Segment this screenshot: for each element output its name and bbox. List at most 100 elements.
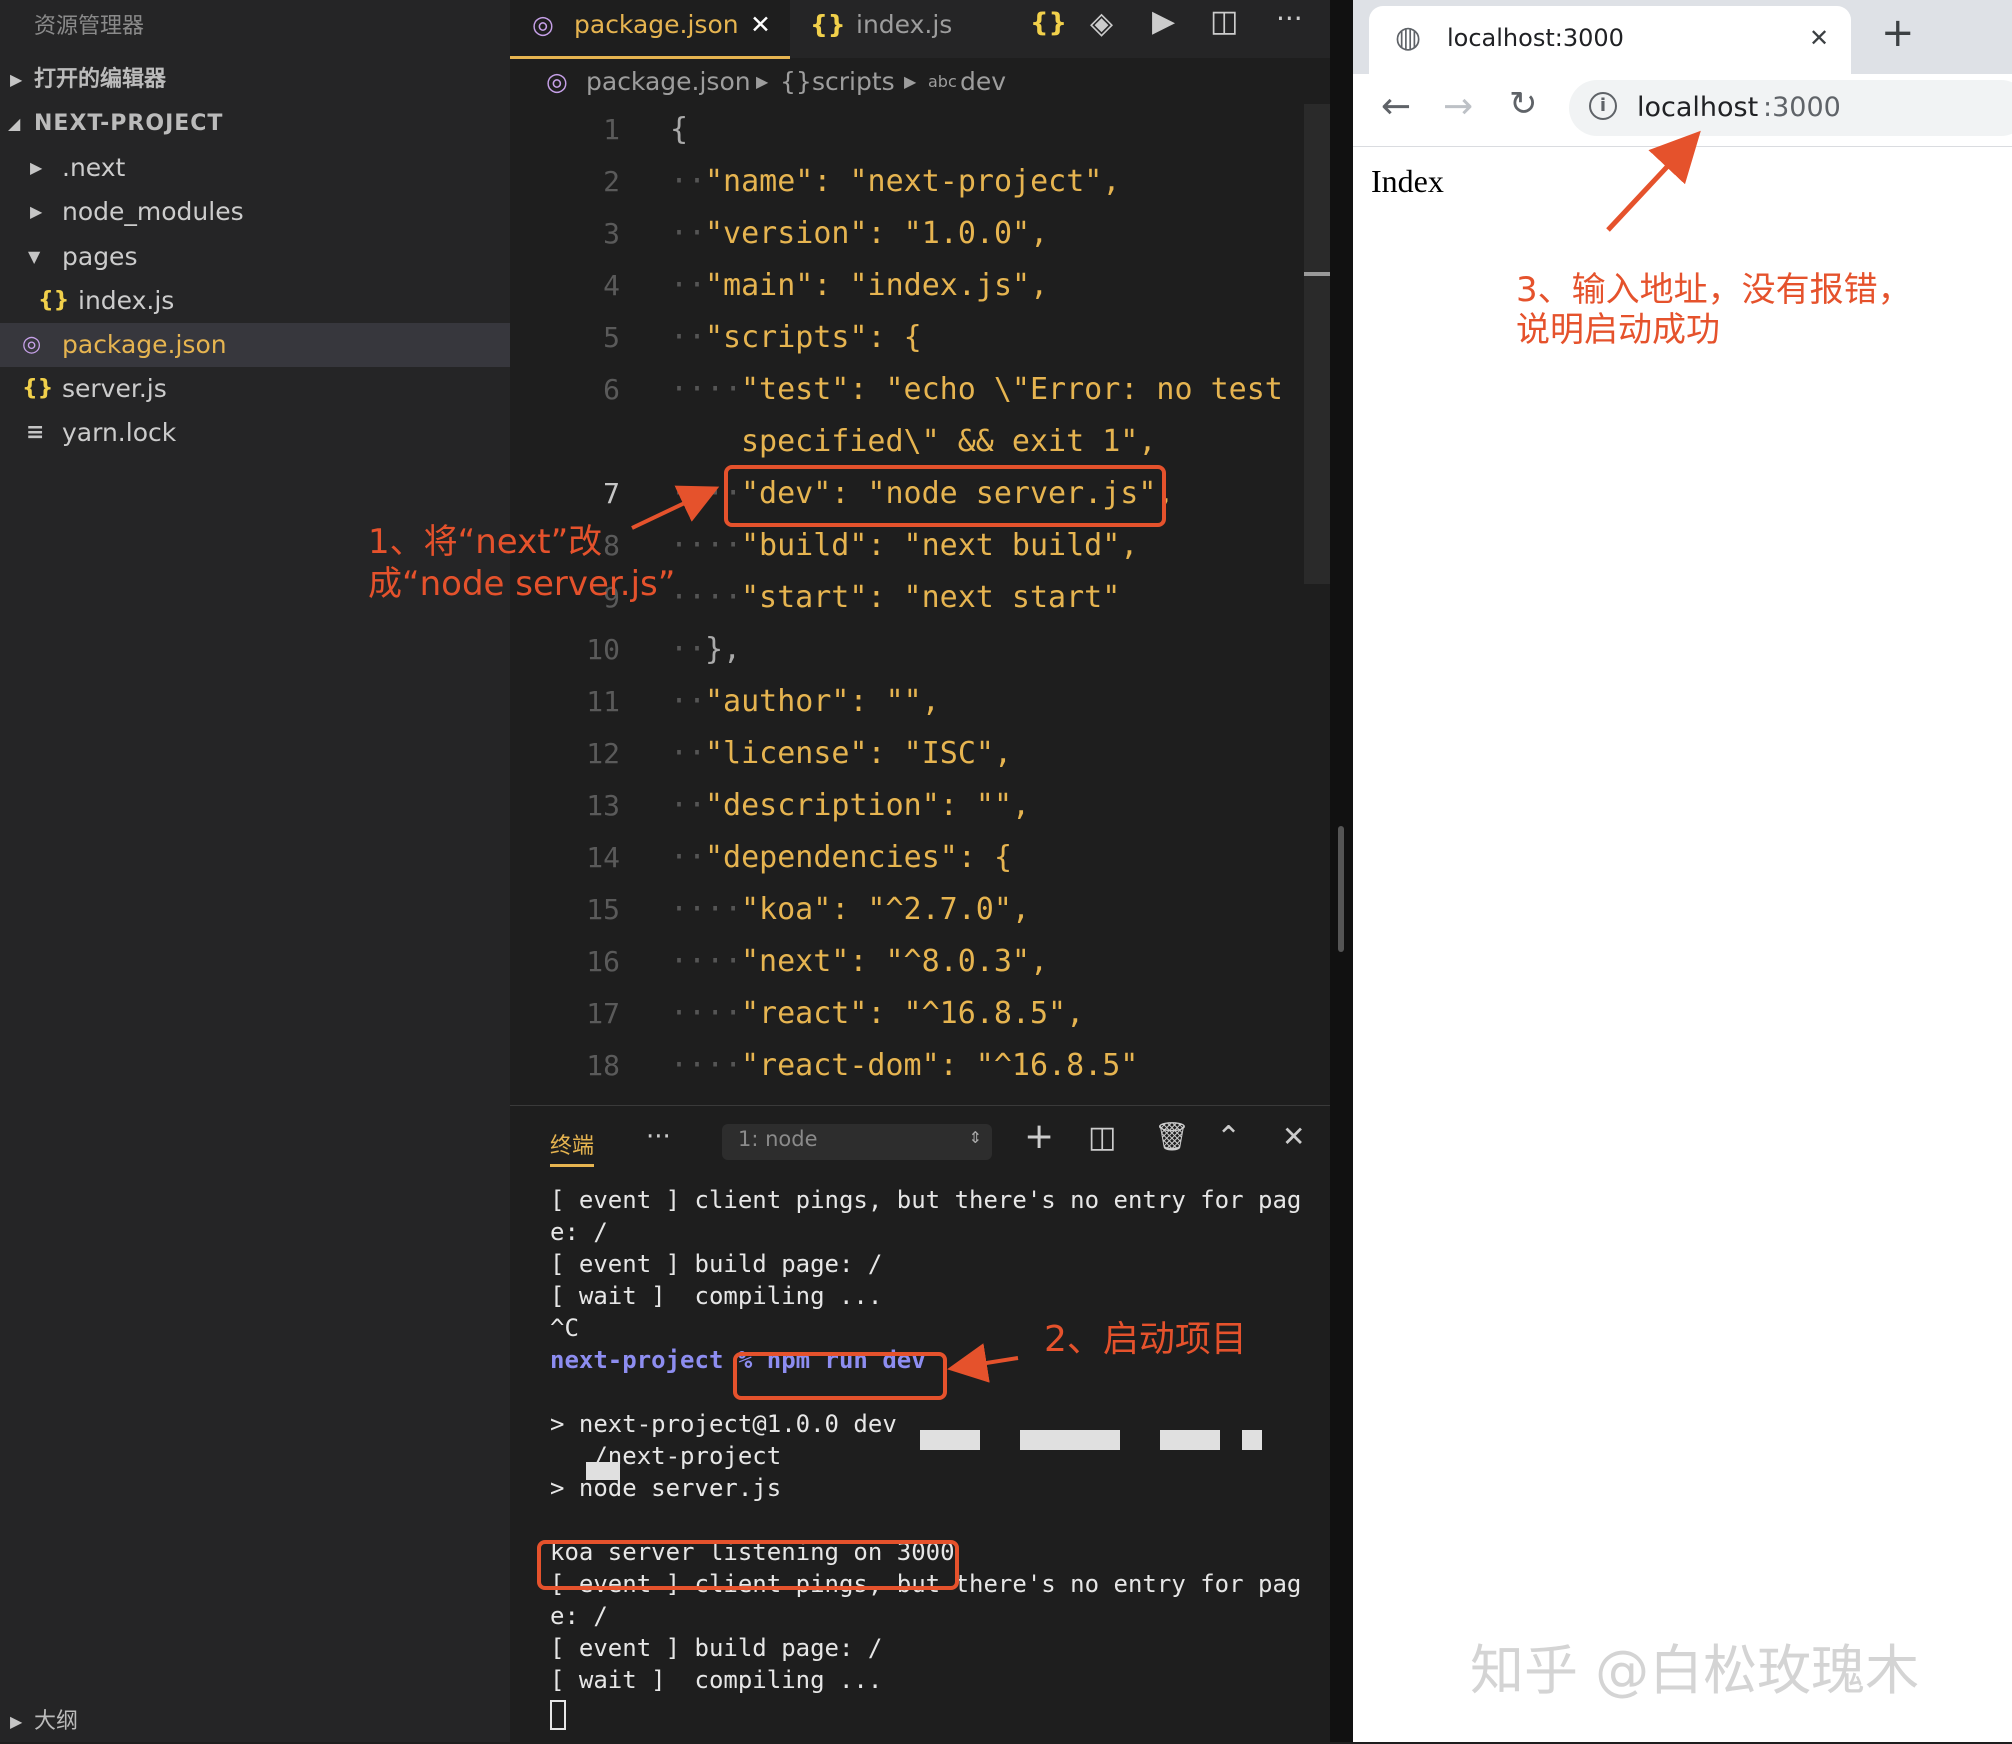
editor-area: ◎ package.json ✕ {} index.js {} ◈ ▶ ◫ ··…	[510, 0, 1330, 1105]
url-host: localhost	[1637, 92, 1759, 123]
terminal-output[interactable]: [ event ] client pings, but there's no e…	[510, 1184, 1330, 1743]
code-line: specified\" && exit 1",	[741, 424, 1157, 459]
browser-tab-title: localhost:3000	[1447, 24, 1624, 52]
breadcrumb-key[interactable]: dev	[960, 62, 1006, 102]
tree-item-package-json[interactable]: ◎ package.json	[0, 323, 510, 367]
terminal-line: [ wait ] compiling ...	[550, 1282, 883, 1310]
code-line: "react-dom": "^16.8.5"	[741, 1048, 1139, 1083]
breadcrumb-file[interactable]: package.json	[586, 62, 751, 102]
line-number: 4	[603, 269, 620, 302]
lines-file-icon: ≡	[26, 420, 45, 445]
code-line: "main": "index.js",	[705, 268, 1049, 303]
tab-terminal[interactable]: 终端	[550, 1128, 595, 1167]
outline-section[interactable]: ▶ 大纲	[0, 1700, 510, 1744]
code-line: "name": "next-project",	[705, 164, 1121, 199]
back-arrow-icon[interactable]: ←	[1381, 86, 1411, 127]
code-line: "start": "next start"	[741, 580, 1121, 615]
highlight-npm-command	[733, 1352, 947, 1400]
code-line: "koa": "^2.7.0",	[741, 892, 1030, 927]
browser-tab[interactable]: ◍ localhost:3000 ✕	[1369, 6, 1851, 74]
line-number: 5	[603, 321, 620, 354]
tree-item-node-modules[interactable]: ▶ node_modules	[0, 190, 510, 234]
terminal-line: ^C	[550, 1314, 579, 1342]
close-icon[interactable]: ✕	[1282, 1120, 1305, 1153]
tree-item-index-js[interactable]: {} index.js	[0, 279, 510, 323]
chevron-right-icon: ▶	[30, 202, 43, 221]
chevron-right-icon: ▶	[756, 72, 769, 91]
terminal-line: /next-project	[550, 1442, 782, 1470]
terminal-select-value: 1: node	[738, 1127, 818, 1151]
scrollbar-marker	[1304, 272, 1330, 276]
redacted-block	[920, 1430, 980, 1450]
plus-icon[interactable]: +	[1024, 1116, 1054, 1157]
redacted-block	[586, 1462, 620, 1480]
tree-item-yarn-lock[interactable]: ≡ yarn.lock	[0, 411, 510, 455]
code-line: "license": "ISC",	[705, 736, 1013, 771]
chevron-right-icon: ▶	[904, 72, 917, 91]
line-number: 11	[586, 685, 620, 718]
close-icon[interactable]: ✕	[1809, 24, 1829, 52]
line-number: 17	[586, 997, 620, 1030]
tree-item-label: index.js	[78, 286, 175, 315]
code-line: "react": "^16.8.5",	[741, 996, 1085, 1031]
tab-package-json[interactable]: ◎ package.json ✕	[510, 0, 790, 59]
editor-scrollbar[interactable]	[1304, 104, 1330, 584]
address-bar[interactable]: i localhost :3000	[1569, 80, 2012, 136]
line-number: 3	[603, 217, 620, 250]
line-number: 16	[586, 945, 620, 978]
tree-item-pages[interactable]: ▼ pages	[0, 235, 510, 279]
annotation-step2: 2、启动项目	[1044, 1319, 1247, 1360]
annotation-step1-line2: 成“node server.js”	[368, 564, 676, 604]
tree-item-next[interactable]: ▶ .next	[0, 146, 510, 190]
run-icon[interactable]: ▶	[1152, 4, 1175, 39]
line-number: 10	[586, 633, 620, 666]
chevron-up-icon[interactable]: ⌃	[1216, 1120, 1241, 1155]
watermark: 知乎 @白松玫瑰木	[1470, 1639, 1920, 1702]
code-line: "next": "^8.0.3",	[741, 944, 1049, 979]
string-type-icon: abc	[928, 72, 957, 91]
line-number: 18	[586, 1049, 620, 1082]
url-port: :3000	[1763, 92, 1841, 123]
annotation-step3-line2: 说明启动成功	[1516, 310, 1720, 350]
js-file-icon[interactable]: {}	[1030, 8, 1067, 38]
new-tab-button[interactable]: +	[1881, 10, 1915, 56]
close-icon[interactable]: ✕	[750, 0, 771, 50]
line-number: 12	[586, 737, 620, 770]
tree-item-label: package.json	[62, 330, 227, 359]
js-file-icon: {}	[810, 10, 846, 39]
json-file-icon: ◎	[546, 67, 568, 96]
page-text: Index	[1371, 163, 1444, 199]
tab-index-js[interactable]: {} index.js	[810, 0, 1010, 56]
explorer-sidebar: 资源管理器 ▶ 打开的编辑器 ◢ NEXT-PROJECT ▶ .next ▶ …	[0, 0, 510, 1742]
globe-icon: ◍	[1395, 20, 1422, 55]
line-number: 14	[586, 841, 620, 874]
open-editors-section[interactable]: ▶ 打开的编辑器	[0, 58, 510, 102]
breadcrumb-section[interactable]: scripts	[812, 62, 895, 102]
forward-arrow-icon[interactable]: →	[1443, 86, 1473, 127]
window-divider	[1330, 0, 1353, 1742]
trash-icon[interactable]: 🗑	[1154, 1120, 1190, 1153]
code-line: },	[705, 632, 742, 667]
split-terminal-icon[interactable]: ◫	[1088, 1120, 1116, 1155]
line-number: 15	[586, 893, 620, 926]
redacted-block	[1160, 1430, 1220, 1450]
tree-item-server-js[interactable]: {} server.js	[0, 367, 510, 411]
tree-item-label: pages	[62, 242, 138, 271]
redacted-block	[1242, 1430, 1262, 1450]
terminal-line: e: /	[550, 1602, 608, 1630]
git-compare-icon[interactable]: ◈	[1090, 6, 1113, 41]
reload-icon[interactable]: ↻	[1509, 84, 1538, 124]
divider-handle[interactable]	[1338, 826, 1344, 952]
split-editor-icon[interactable]: ◫	[1210, 4, 1238, 39]
terminal-select[interactable]: 1: node ⇕	[722, 1124, 992, 1160]
more-actions-icon[interactable]: ···	[1276, 2, 1303, 35]
terminal-line: [ event ] build page: /	[550, 1250, 883, 1278]
chevron-right-icon: ▶	[10, 1712, 23, 1731]
more-icon[interactable]: ···	[646, 1122, 671, 1152]
terminal-line: [ event ] client pings, but there's no e…	[550, 1186, 1302, 1214]
json-file-icon: ◎	[22, 332, 42, 357]
project-section[interactable]: ◢ NEXT-PROJECT	[0, 102, 510, 146]
code-line: "scripts": {	[705, 320, 922, 355]
project-label: NEXT-PROJECT	[34, 111, 224, 136]
code-line: "description": "",	[705, 788, 1031, 823]
